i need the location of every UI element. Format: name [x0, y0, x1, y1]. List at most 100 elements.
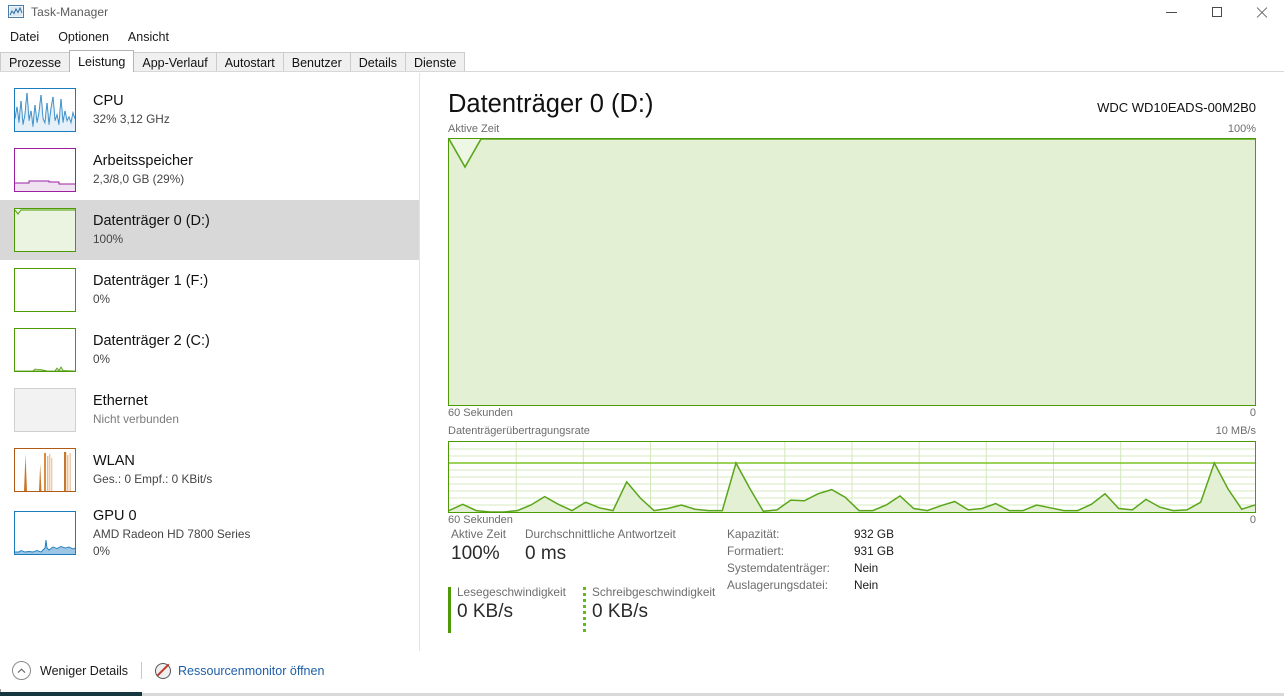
graph2-max: 10 MB/s	[1215, 425, 1256, 437]
sidebar-item-sub: 32% 3,12 GHz	[93, 112, 170, 126]
sidebar-item-sub2: 0%	[93, 543, 111, 558]
bottom-strip	[0, 689, 1284, 696]
minimize-button[interactable]	[1149, 0, 1194, 24]
resource-monitor-link[interactable]: Ressourcenmonitor öffnen	[178, 664, 324, 678]
sidebar-item-label: Datenträger 1 (F:)	[93, 273, 209, 289]
menu-item-datei[interactable]: Datei	[10, 30, 39, 44]
stat-avg-response: Durchschnittliche Antwortzeit 0 ms	[525, 527, 676, 565]
sidebar-item-gpu-0[interactable]: GPU 0 AMD Radeon HD 7800 Series 0%	[0, 500, 420, 566]
window-controls	[1149, 0, 1284, 24]
active-time-graph[interactable]	[448, 138, 1256, 406]
title-bar: Task-Manager	[0, 0, 1284, 24]
info-key: Kapazität:	[727, 527, 780, 541]
less-details-button[interactable]: Weniger Details	[40, 664, 128, 678]
graph1-time: 60 Sekunden	[448, 407, 513, 419]
disk1-thumbnail	[14, 268, 76, 312]
performance-detail-panel: Datenträger 0 (D:) WDC WD10EADS-00M2B0 A…	[420, 73, 1284, 651]
sidebar-item-wlan[interactable]: WLAN Ges.: 0 Empf.: 0 KBit/s	[0, 440, 420, 500]
sidebar-item-label: GPU 0	[93, 507, 137, 524]
menu-item-optionen[interactable]: Optionen	[58, 30, 109, 44]
sidebar-item-label: CPU	[93, 93, 124, 109]
graph2-axis-top: Datenträgerübertragungsrate 10 MB/s	[448, 425, 1256, 437]
graph1-label: Aktive Zeit	[448, 123, 500, 135]
performance-sidebar: CPU 32% 3,12 GHz Arbeitsspeicher 2,3/8,0…	[0, 73, 420, 651]
tab-underline	[0, 71, 1284, 72]
sidebar-item-sub: Nicht verbunden	[93, 412, 179, 426]
stat-write-speed: Schreibgeschwindigkeit 0 KB/s	[583, 585, 716, 633]
transfer-rate-graph-svg	[449, 442, 1255, 512]
graph1-axis-bottom: 60 Sekunden 0	[448, 407, 1256, 419]
tab-strip: Prozesse Leistung App-Verlauf Autostart …	[0, 50, 1284, 72]
info-value: Nein	[853, 561, 879, 575]
disk-transfer-rate-graph[interactable]	[448, 441, 1256, 513]
sidebar-item-ethernet[interactable]: Ethernet Nicht verbunden	[0, 380, 420, 440]
sidebar-item-sub: 0%	[93, 352, 111, 366]
resource-monitor-icon	[155, 662, 172, 679]
chevron-up-icon[interactable]	[12, 661, 31, 680]
status-bar: Weniger Details Ressourcenmonitor öffnen	[0, 651, 1284, 689]
sidebar-item-arbeitsspeicher[interactable]: Arbeitsspeicher 2,3/8,0 GB (29%)	[0, 140, 420, 200]
stat-value: 0 KB/s	[592, 601, 648, 622]
stat-read-speed: Lesegeschwindigkeit 0 KB/s	[448, 585, 566, 633]
wlan-thumbnail	[14, 448, 76, 492]
gpu-thumbnail	[14, 511, 76, 555]
stat-label: Lesegeschwindigkeit	[457, 585, 566, 599]
sidebar-item-label: Ethernet	[93, 393, 148, 409]
tab-leistung[interactable]: Leistung	[69, 50, 135, 72]
sidebar-item-datentraeger-2[interactable]: Datenträger 2 (C:) 0%	[0, 320, 420, 380]
disk2-thumbnail	[14, 328, 76, 372]
bottom-strip-dark	[0, 692, 142, 696]
graph1-max: 100%	[1227, 123, 1256, 135]
memory-thumbnail	[14, 148, 76, 192]
read-speed-accent-bar	[448, 587, 451, 633]
graph1-min: 0	[1249, 407, 1256, 419]
close-button[interactable]	[1239, 0, 1284, 24]
sidebar-item-label: Datenträger 2 (C:)	[93, 333, 210, 349]
disk0-thumbnail	[14, 208, 76, 252]
stat-label: Schreibgeschwindigkeit	[592, 585, 716, 599]
menu-item-ansicht[interactable]: Ansicht	[128, 30, 169, 44]
task-manager-icon	[8, 4, 24, 20]
tab-details[interactable]: Details	[349, 52, 406, 72]
stat-value: 100%	[451, 543, 500, 564]
graph1-axis-top: Aktive Zeit 100%	[448, 123, 1256, 135]
info-value: 931 GB	[853, 544, 894, 558]
sidebar-item-datentraeger-0[interactable]: Datenträger 0 (D:) 100%	[0, 200, 420, 260]
task-manager-window: Task-Manager Datei Optionen Ansicht Proz…	[0, 0, 1284, 696]
page-title: Datenträger 0 (D:)	[448, 90, 654, 118]
info-key: Systemdatenträger:	[727, 561, 830, 575]
info-key: Formatiert:	[727, 544, 785, 558]
active-time-graph-svg	[449, 139, 1255, 405]
tab-benutzer[interactable]: Benutzer	[282, 52, 351, 72]
stat-active-time: Aktive Zeit 100%	[451, 527, 506, 565]
stat-label: Aktive Zeit	[451, 527, 507, 541]
disk-info-grid: Kapazität: 932 GB Formatiert: 931 GB Sys…	[727, 527, 894, 592]
disk-stats: Aktive Zeit 100% Durchschnittliche Antwo…	[420, 525, 1284, 651]
sidebar-item-cpu[interactable]: CPU 32% 3,12 GHz	[0, 80, 420, 140]
sidebar-item-sub: 2,3/8,0 GB (29%)	[93, 172, 185, 186]
window-title: Task-Manager	[31, 5, 109, 19]
tab-dienste[interactable]: Dienste	[404, 52, 466, 72]
graph2-label: Datenträgerübertragungsrate	[448, 425, 590, 437]
info-value: 932 GB	[853, 527, 894, 541]
status-divider	[141, 662, 143, 679]
menu-bar: Datei Optionen Ansicht	[0, 26, 1284, 48]
info-value: Nein	[853, 578, 879, 592]
ethernet-thumbnail	[14, 388, 76, 432]
stat-label: Durchschnittliche Antwortzeit	[525, 527, 676, 541]
maximize-button[interactable]	[1194, 0, 1239, 24]
disk-model: WDC WD10EADS-00M2B0	[1097, 100, 1256, 115]
sidebar-item-label: Datenträger 0 (D:)	[93, 213, 210, 229]
stat-value: 0 KB/s	[457, 601, 513, 622]
info-key: Auslagerungsdatei:	[727, 578, 828, 592]
tab-prozesse[interactable]: Prozesse	[0, 52, 71, 72]
write-speed-accent-bar	[583, 587, 586, 633]
sidebar-item-sub: AMD Radeon HD 7800 Series	[93, 526, 251, 541]
tab-app-verlauf[interactable]: App-Verlauf	[133, 52, 217, 72]
detail-header: Datenträger 0 (D:) WDC WD10EADS-00M2B0	[448, 90, 1256, 124]
sidebar-item-label: WLAN	[93, 453, 135, 469]
tab-autostart[interactable]: Autostart	[215, 52, 284, 72]
stat-value: 0 ms	[525, 543, 567, 564]
sidebar-item-label: Arbeitsspeicher	[93, 153, 193, 169]
sidebar-item-datentraeger-1[interactable]: Datenträger 1 (F:) 0%	[0, 260, 420, 320]
